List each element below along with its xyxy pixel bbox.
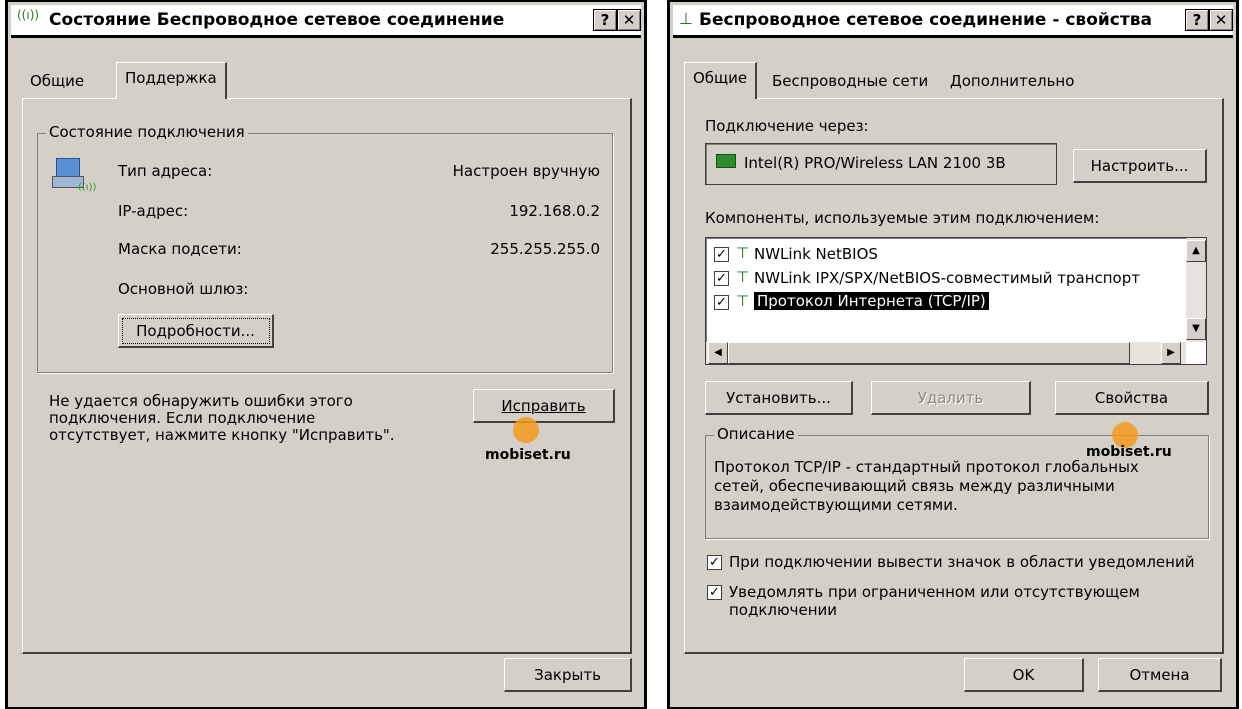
- description-line: сетей, обеспечивающий связь между различ…: [714, 477, 1115, 495]
- install-button[interactable]: Установить...: [705, 381, 853, 415]
- cancel-button-label: Отмена: [1129, 666, 1190, 684]
- tab-wireless-networks[interactable]: Беспроводные сети: [764, 66, 936, 96]
- ip-address-value: 192.168.0.2: [509, 202, 600, 220]
- install-button-label: Установить...: [726, 389, 831, 407]
- tab-page: Подключение через: Intel(R) PRO/Wireless…: [684, 98, 1224, 654]
- properties-title-bar[interactable]: ⊥ Беспроводное сетевое соединение - свой…: [673, 5, 1233, 38]
- repair-text: Не удается обнаружить ошибки этого подкл…: [49, 393, 395, 444]
- horizontal-scrollbar[interactable]: ◀ ▶: [706, 342, 1186, 364]
- wireless-signal-icon: ((ı)): [17, 8, 40, 22]
- repair-text-line: Не удается обнаружить ошибки этого: [49, 392, 353, 410]
- list-item[interactable]: ✓ ⊤ NWLink IPX/SPX/NetBIOS-совместимый т…: [712, 268, 1182, 290]
- address-type-value: Настроен вручную: [452, 162, 600, 180]
- scroll-down-icon[interactable]: ▼: [1186, 318, 1206, 340]
- properties-dialog: ⊥ Беспроводное сетевое соединение - свой…: [667, 0, 1239, 709]
- configure-button-label: Настроить...: [1090, 157, 1189, 175]
- repair-text-line: отсутствует, нажмите кнопку "Исправить".: [49, 426, 395, 444]
- status-dialog: ((ı)) Состояние Беспроводное сетевое сое…: [5, 0, 647, 709]
- uninstall-button[interactable]: Удалить: [871, 381, 1031, 415]
- scroll-up-icon[interactable]: ▲: [1186, 240, 1206, 262]
- watermark-text: mobiset.ru: [1086, 444, 1172, 460]
- ok-button[interactable]: OK: [964, 658, 1084, 692]
- component-name: NWLink NetBIOS: [754, 245, 878, 263]
- close-icon[interactable]: ✕: [617, 9, 641, 31]
- tab-general[interactable]: Общие: [684, 62, 758, 99]
- gateway-label: Основной шлюз:: [118, 280, 249, 298]
- subnet-mask-label: Маска подсети:: [118, 240, 242, 258]
- adapter-field: Intel(R) PRO/Wireless LAN 2100 3B: [705, 143, 1057, 185]
- component-name-selected: Протокол Интернета (TCP/IP): [754, 292, 989, 310]
- scroll-thumb[interactable]: [728, 342, 1130, 364]
- ip-address-label: IP-адрес:: [118, 202, 189, 220]
- tab-general[interactable]: Общие: [22, 66, 92, 96]
- component-icon: ⊤: [736, 268, 750, 286]
- subnet-mask-value: 255.255.255.0: [490, 240, 600, 258]
- tab-support[interactable]: Поддержка: [116, 62, 227, 99]
- address-type-label: Тип адреса:: [118, 162, 213, 180]
- tab-page: Состояние подключения ((ı)) Тип адреса: …: [22, 98, 632, 654]
- group-label: Состояние подключения: [46, 123, 248, 141]
- components-list[interactable]: ✓ ⊤ NWLink NetBIOS ✓ ⊤ NWLink IPX/SPX/Ne…: [705, 237, 1207, 365]
- uninstall-button-label: Удалить: [917, 389, 984, 407]
- help-button[interactable]: ?: [593, 9, 617, 31]
- tab-advanced[interactable]: Дополнительно: [942, 66, 1082, 96]
- notify-label: Уведомлять при ограниченном или отсутств…: [729, 583, 1140, 619]
- checkbox[interactable]: ✓: [714, 295, 729, 310]
- connection-status-group: Состояние подключения ((ı)) Тип адреса: …: [37, 123, 613, 373]
- repair-button-label: Исправить: [501, 397, 586, 415]
- scroll-right-icon[interactable]: ▶: [1161, 342, 1181, 364]
- checkbox[interactable]: ✓: [714, 271, 729, 286]
- scroll-left-icon[interactable]: ◀: [708, 342, 728, 364]
- list-item[interactable]: ✓ ⊤ Протокол Интернета (TCP/IP): [712, 292, 1182, 314]
- description-text: Протокол TCP/IP - стандартный протокол г…: [714, 458, 1139, 515]
- notify-label-line: Уведомлять при ограниченном или отсутств…: [729, 583, 1140, 601]
- list-item[interactable]: ✓ ⊤ NWLink NetBIOS: [712, 244, 1182, 266]
- checkbox[interactable]: ✓: [714, 247, 729, 262]
- component-icon: ⊤: [736, 292, 750, 310]
- details-button[interactable]: Подробности...: [118, 314, 274, 348]
- window-title: Состояние Беспроводное сетевое соединени…: [49, 10, 505, 30]
- watermark-logo-icon: [513, 417, 539, 443]
- description-group: Описание Протокол TCP/IP - стандартный п…: [705, 422, 1209, 539]
- group-label: Описание: [714, 425, 798, 443]
- ok-button-label: OK: [1012, 666, 1035, 684]
- status-title-bar[interactable]: ((ı)) Состояние Беспроводное сетевое сое…: [11, 5, 641, 38]
- repair-text-line: подключения. Если подключение: [49, 409, 316, 427]
- network-connection-icon: ⊥: [679, 9, 693, 28]
- window-title: Беспроводное сетевое соединение - свойст…: [699, 10, 1152, 30]
- details-button-label: Подробности...: [136, 322, 255, 340]
- description-line: Протокол TCP/IP - стандартный протокол г…: [714, 458, 1139, 476]
- network-card-icon: [716, 154, 736, 168]
- component-icon: ⊤: [736, 244, 750, 262]
- close-button[interactable]: Закрыть: [504, 658, 632, 692]
- connect-using-label: Подключение через:: [705, 117, 869, 135]
- adapter-name: Intel(R) PRO/Wireless LAN 2100 3B: [744, 154, 1006, 172]
- watermark-text: mobiset.ru: [485, 447, 571, 463]
- notify-checkbox[interactable]: ✓: [707, 585, 722, 600]
- component-name: NWLink IPX/SPX/NetBIOS-совместимый транс…: [754, 269, 1140, 287]
- notify-label-line: подключении: [729, 601, 838, 619]
- repair-button[interactable]: Исправить: [473, 389, 615, 423]
- components-label: Компоненты, используемые этим подключени…: [705, 209, 1100, 227]
- vertical-scrollbar[interactable]: ▲ ▼: [1186, 238, 1206, 342]
- description-line: взаимодействующими сетями.: [714, 496, 958, 514]
- configure-button[interactable]: Настроить...: [1073, 149, 1207, 183]
- cancel-button[interactable]: Отмена: [1098, 658, 1222, 692]
- help-button[interactable]: ?: [1185, 9, 1209, 31]
- show-icon-checkbox[interactable]: ✓: [707, 555, 722, 570]
- close-icon[interactable]: ✕: [1209, 9, 1233, 31]
- properties-button[interactable]: Свойства: [1055, 381, 1209, 415]
- show-icon-label: При подключении вывести значок в области…: [729, 553, 1195, 571]
- close-button-label: Закрыть: [534, 666, 601, 684]
- network-computer-icon: ((ı)): [52, 156, 96, 196]
- properties-button-label: Свойства: [1094, 389, 1169, 407]
